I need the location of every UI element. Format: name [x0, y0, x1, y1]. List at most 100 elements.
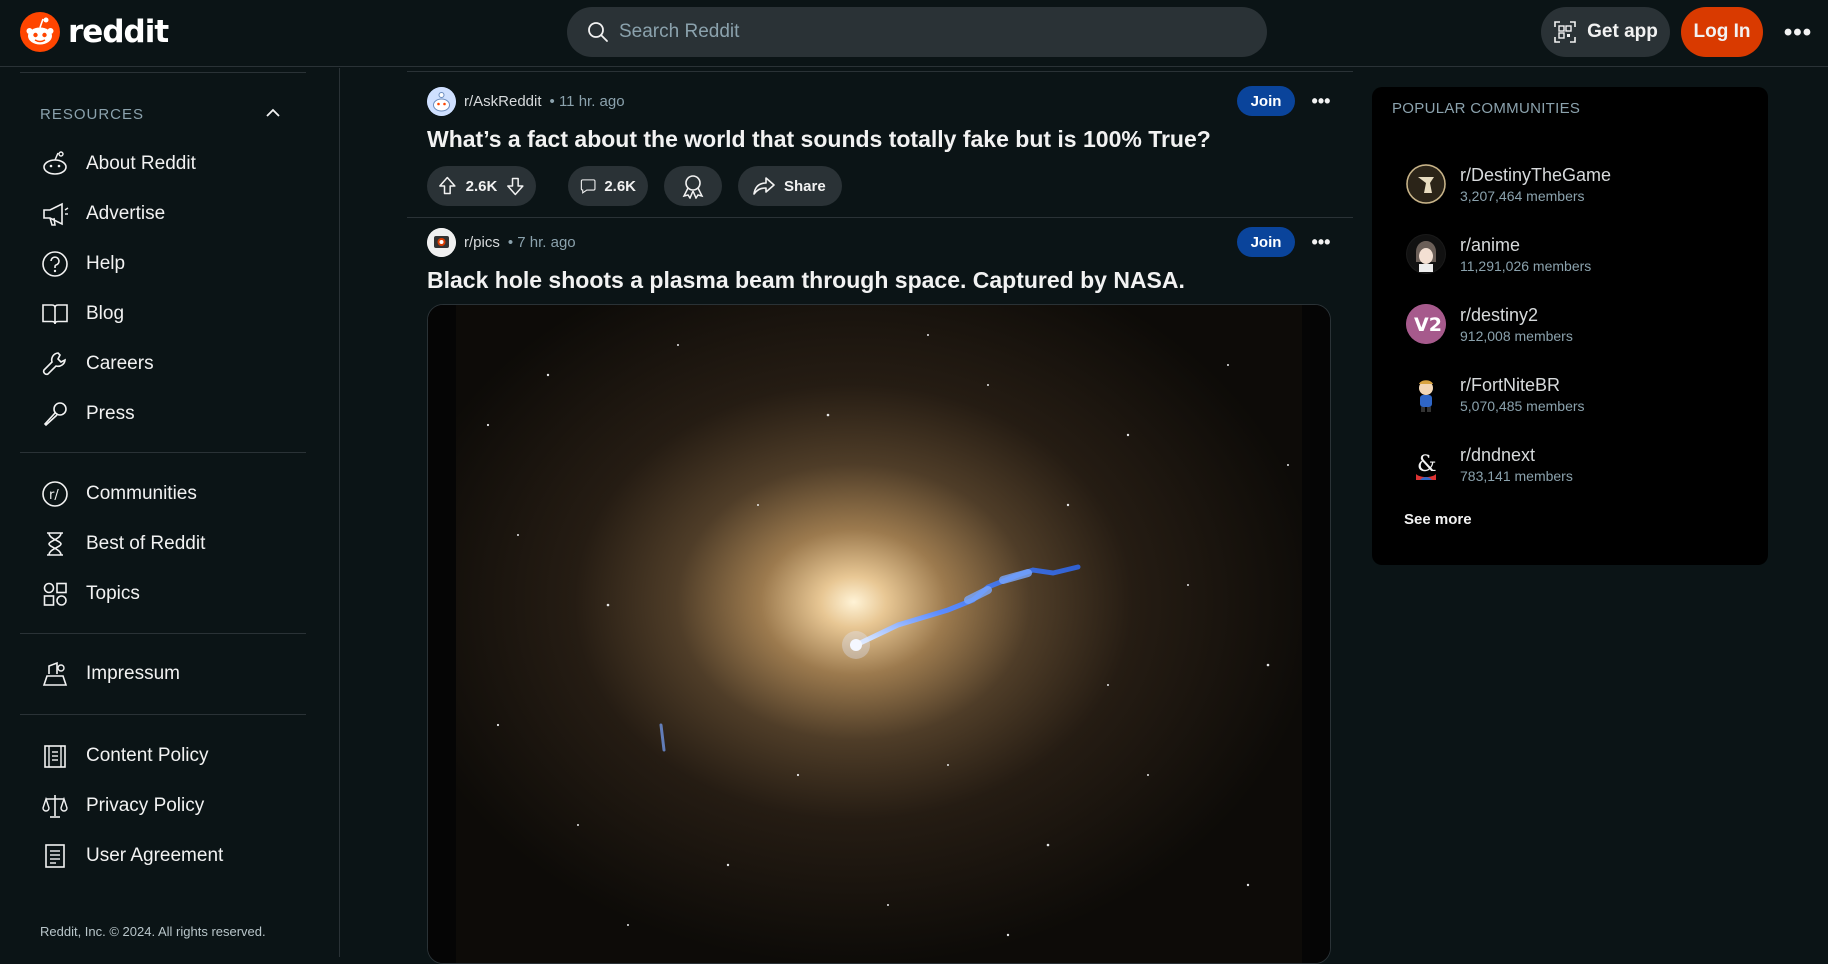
- sidebar-divider: [20, 714, 306, 715]
- post-card[interactable]: r/pics • 7 hr. ago Join ••• Black hole s…: [407, 213, 1353, 964]
- post-image-black-hole[interactable]: [427, 304, 1331, 964]
- subreddit-avatar[interactable]: [427, 227, 456, 257]
- search-icon: [588, 22, 608, 42]
- community-name: r/dndnext: [1460, 444, 1536, 465]
- search-input[interactable]: [619, 21, 1219, 43]
- reddit-logo[interactable]: reddit: [20, 12, 169, 52]
- search-bar[interactable]: [567, 7, 1267, 57]
- join-button[interactable]: Join: [1237, 86, 1295, 116]
- sidebar-item-best-of-reddit[interactable]: Best of Reddit: [40, 524, 205, 564]
- logo-wordmark: reddit: [68, 14, 169, 50]
- post-title[interactable]: What’s a fact about the world that sound…: [427, 126, 1211, 153]
- community-item[interactable]: r/anime 11,291,026 members: [1406, 229, 1591, 279]
- community-text: r/anime 11,291,026 members: [1460, 235, 1591, 274]
- sidebar-item-label: User Agreement: [86, 845, 224, 866]
- get-app-label: Get app: [1587, 21, 1658, 42]
- community-members: 5,070,485 members: [1460, 397, 1585, 414]
- vote-count: 2.6K: [465, 177, 498, 195]
- community-members: 783,141 members: [1460, 467, 1573, 484]
- post-timestamp: • 11 hr. ago: [549, 92, 625, 110]
- sidebar-item-label: Topics: [86, 583, 140, 604]
- community-members: 11,291,026 members: [1460, 257, 1592, 274]
- sidebar-item-label: Content Policy: [86, 745, 209, 766]
- comments-button[interactable]: 2.6K: [568, 166, 648, 206]
- sidebar-item-topics[interactable]: Topics: [40, 574, 140, 614]
- sidebar-item-communities[interactable]: r/ Communities: [40, 474, 197, 514]
- community-item[interactable]: V2 r/destiny2 912,008 members: [1406, 299, 1573, 349]
- community-text: r/DestinyTheGame 3,207,464 members: [1460, 165, 1611, 204]
- share-label: Share: [784, 177, 826, 195]
- sidebar-item-label: Careers: [86, 353, 154, 374]
- sidebar-item-label: Advertise: [86, 203, 166, 224]
- sidebar-item-label: Press: [86, 403, 135, 424]
- sidebar-item-impressum[interactable]: Impressum: [40, 654, 180, 694]
- sidebar-divider: [20, 72, 306, 73]
- sidebar-item-label: Blog: [86, 303, 125, 324]
- sidebar-item-label: Impressum: [86, 663, 180, 684]
- post-more-options-icon[interactable]: •••: [1306, 86, 1336, 116]
- award-button[interactable]: [664, 166, 722, 206]
- vote-control: 2.6K: [427, 166, 536, 206]
- community-avatar: [1406, 374, 1446, 414]
- post-timestamp: • 7 hr. ago: [507, 233, 576, 251]
- resources-heading: RESOURCES: [40, 106, 145, 123]
- hourglass-icon: [40, 529, 70, 559]
- subreddit-name[interactable]: r/AskReddit: [464, 93, 542, 110]
- microphone-icon: [40, 399, 70, 429]
- reddit-alien-icon: [40, 149, 70, 179]
- share-button[interactable]: Share: [738, 166, 842, 206]
- community-members: 3,207,464 members: [1460, 187, 1585, 204]
- upvote-icon[interactable]: [437, 175, 458, 197]
- post-more-options-icon[interactable]: •••: [1306, 227, 1336, 257]
- sidebar-item-press[interactable]: Press: [40, 394, 135, 434]
- community-avatar: [1406, 234, 1446, 274]
- sidebar-item-label: About Reddit: [86, 153, 196, 174]
- sidebar-item-about-reddit[interactable]: About Reddit: [40, 144, 196, 184]
- login-button[interactable]: Log In: [1681, 7, 1763, 57]
- scales-icon: [40, 791, 70, 821]
- community-text: r/dndnext 783,141 members: [1460, 445, 1573, 484]
- community-item[interactable]: r/DestinyTheGame 3,207,464 members: [1406, 159, 1611, 209]
- subreddit-avatar[interactable]: [427, 86, 456, 116]
- community-avatar: &: [1406, 444, 1446, 484]
- collapse-resources-chevron-up-icon[interactable]: [264, 104, 282, 122]
- get-app-button[interactable]: Get app: [1541, 7, 1670, 57]
- qr-code-icon: [1554, 21, 1576, 43]
- content-policy-icon: [40, 741, 70, 771]
- sidebar-item-user-agreement[interactable]: User Agreement: [40, 836, 223, 876]
- sidebar-item-careers[interactable]: Careers: [40, 344, 154, 384]
- community-avatar: V2: [1406, 304, 1446, 344]
- sidebar-item-label: Privacy Policy: [86, 795, 205, 816]
- sidebar-item-content-policy[interactable]: Content Policy: [40, 736, 209, 776]
- share-icon: [753, 177, 775, 195]
- document-icon: [40, 841, 70, 871]
- see-more-link[interactable]: See more: [1404, 511, 1472, 528]
- award-icon: [682, 175, 704, 199]
- svg-text:r/: r/: [49, 488, 59, 503]
- community-item[interactable]: & r/dndnext 783,141 members: [1406, 439, 1573, 489]
- sidebar-item-help[interactable]: Help: [40, 244, 125, 284]
- post-card[interactable]: r/AskReddit • 11 hr. ago Join ••• What’s…: [407, 72, 1353, 218]
- sidebar-item-label: Help: [86, 253, 126, 274]
- book-icon: [40, 299, 70, 329]
- header-more-icon[interactable]: •••: [1781, 16, 1815, 50]
- sidebar-item-advertise[interactable]: Advertise: [40, 194, 165, 234]
- downvote-icon[interactable]: [505, 175, 526, 197]
- communities-icon: r/: [40, 479, 70, 509]
- left-sidebar: RESOURCES About Reddit Advertise Help Bl…: [0, 68, 340, 957]
- sidebar-item-blog[interactable]: Blog: [40, 294, 124, 334]
- sidebar-item-privacy-policy[interactable]: Privacy Policy: [40, 786, 204, 826]
- community-name: r/anime: [1460, 234, 1521, 255]
- sidebar-divider: [20, 452, 306, 453]
- join-button[interactable]: Join: [1237, 227, 1295, 257]
- topics-icon: [40, 579, 70, 609]
- subreddit-name[interactable]: r/pics: [464, 234, 500, 251]
- community-name: r/DestinyTheGame: [1460, 164, 1612, 185]
- impressum-icon: [40, 659, 70, 689]
- community-members: 912,008 members: [1460, 327, 1573, 344]
- community-item[interactable]: r/FortNiteBR 5,070,485 members: [1406, 369, 1585, 419]
- post-meta: r/AskReddit • 11 hr. ago: [427, 86, 625, 116]
- post-title[interactable]: Black hole shoots a plasma beam through …: [427, 267, 1185, 294]
- svg-text:V2: V2: [1414, 314, 1442, 336]
- wrench-icon: [40, 349, 70, 379]
